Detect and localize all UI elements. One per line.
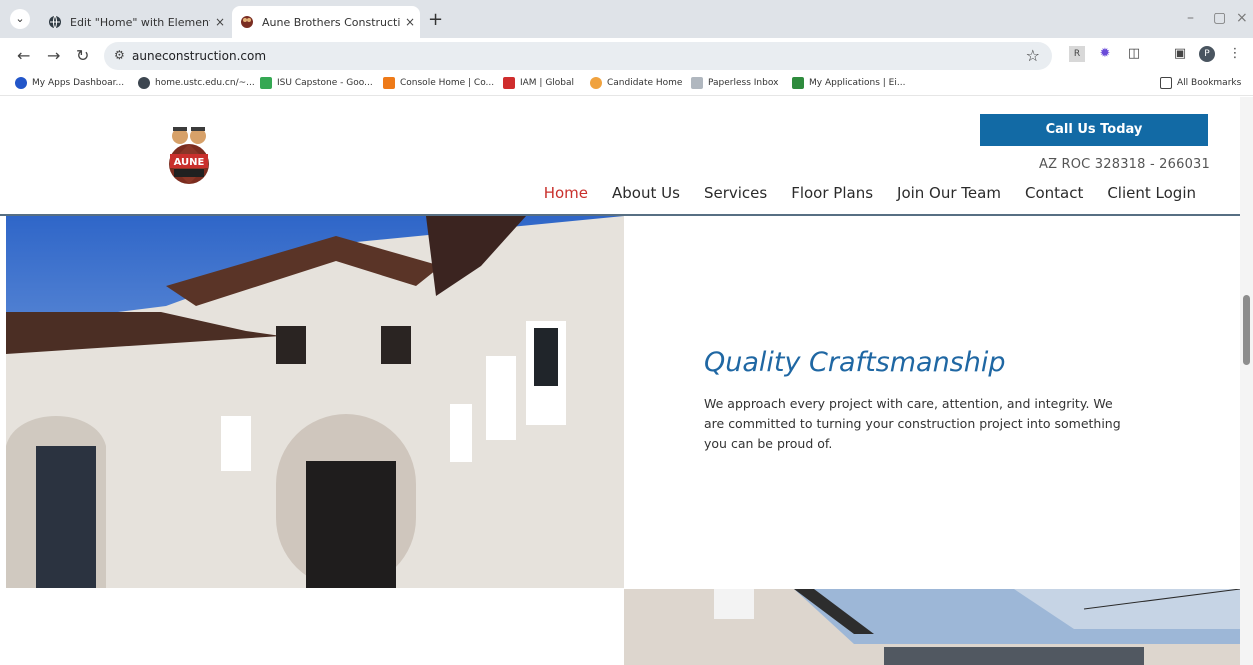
bookmark-item[interactable]: Console Home | Co... xyxy=(383,77,494,89)
close-window-icon[interactable]: × xyxy=(1236,10,1248,26)
all-bookmarks[interactable]: All Bookmarks xyxy=(1160,77,1241,89)
bookmarks-bar: My Apps Dashboar... home.ustc.edu.cn/~..… xyxy=(0,72,1253,96)
bookmark-item[interactable]: ISU Capstone - Goo... xyxy=(260,77,373,89)
tab-search-icon[interactable]: ⌄ xyxy=(10,9,30,29)
browser-tab-strip: ⌄ Edit "Home" with Elementor × Aune Brot… xyxy=(0,0,1253,38)
bookmark-item[interactable]: home.ustc.edu.cn/~... xyxy=(138,77,255,89)
close-icon[interactable]: × xyxy=(400,15,420,29)
restore-icon[interactable]: ▢ xyxy=(1213,10,1226,26)
section-heading: Quality Craftsmanship xyxy=(704,347,1006,378)
aune-brothers-logo[interactable]: AUNE xyxy=(156,119,222,189)
page-scrollbar[interactable] xyxy=(1240,97,1253,665)
section-body: We approach every project with care, att… xyxy=(704,396,1121,451)
star-icon[interactable]: ☆ xyxy=(1026,46,1040,65)
browser-toolbar: ← → ↻ ⚙ auneconstruction.com ☆ R ✹ ◫ ▣ P… xyxy=(0,38,1253,72)
scrollbar-thumb[interactable] xyxy=(1243,295,1250,365)
bookmark-icon xyxy=(15,77,27,89)
address-bar[interactable]: ⚙ auneconstruction.com ☆ xyxy=(104,42,1052,70)
nav-home[interactable]: Home xyxy=(544,184,588,202)
application-icon xyxy=(792,77,804,89)
svg-text:AUNE: AUNE xyxy=(174,157,205,168)
construction-site-photo xyxy=(624,589,1240,665)
menu-icon[interactable]: ⋮ xyxy=(1227,46,1243,62)
nav-services[interactable]: Services xyxy=(704,184,767,202)
globe-icon xyxy=(138,77,150,89)
bookmark-item[interactable]: My Apps Dashboar... xyxy=(15,77,124,89)
aws-icon xyxy=(383,77,395,89)
forward-icon[interactable]: → xyxy=(47,46,60,65)
globe-icon xyxy=(48,15,62,29)
bookmark-item[interactable]: My Applications | Ei... xyxy=(792,77,905,89)
bookmark-item[interactable]: Paperless Inbox xyxy=(691,77,778,89)
site-info-icon[interactable]: ⚙ xyxy=(114,48,125,62)
minimize-icon[interactable]: – xyxy=(1187,10,1194,26)
folder-icon xyxy=(1160,77,1172,89)
sidepanel-icon[interactable]: ▣ xyxy=(1172,46,1188,62)
url-text: auneconstruction.com xyxy=(132,49,267,63)
nav-contact[interactable]: Contact xyxy=(1025,184,1083,202)
website-page: AUNE Call Us Today AZ ROC 328318 - 26603… xyxy=(0,97,1240,665)
bookmark-item[interactable]: IAM | Global xyxy=(503,77,574,89)
main-navigation: Home About Us Services Floor Plans Join … xyxy=(544,184,1196,202)
nav-client-login[interactable]: Client Login xyxy=(1107,184,1196,202)
nav-join-our-team[interactable]: Join Our Team xyxy=(897,184,1001,202)
tab-label: Edit "Home" with Elementor xyxy=(70,15,210,29)
new-tab-button[interactable]: + xyxy=(428,9,443,30)
nav-floor-plans[interactable]: Floor Plans xyxy=(791,184,873,202)
extension-icon[interactable]: ✹ xyxy=(1097,46,1113,62)
quality-craftsmanship-section: Quality Craftsmanship We approach every … xyxy=(704,347,1124,454)
bookmark-item[interactable]: Candidate Home xyxy=(590,77,682,89)
paperless-icon xyxy=(691,77,703,89)
drive-icon xyxy=(260,77,272,89)
iam-icon xyxy=(503,77,515,89)
call-us-button[interactable]: Call Us Today xyxy=(980,114,1208,146)
house-entry-photo xyxy=(6,216,624,588)
close-icon[interactable]: × xyxy=(210,15,230,29)
extension-icon[interactable]: R xyxy=(1069,46,1085,62)
avatar[interactable]: P xyxy=(1199,46,1215,62)
workday-icon xyxy=(590,77,602,89)
tab-aune-brothers[interactable]: Aune Brothers Construction × xyxy=(232,6,420,38)
tab-edit-home[interactable]: Edit "Home" with Elementor × xyxy=(40,6,230,38)
license-number: AZ ROC 328318 - 266031 xyxy=(1038,157,1210,172)
tab-label: Aune Brothers Construction xyxy=(262,15,400,29)
back-icon[interactable]: ← xyxy=(17,46,30,65)
reload-icon[interactable]: ↻ xyxy=(76,46,89,65)
site-favicon-icon xyxy=(240,15,254,29)
nav-about-us[interactable]: About Us xyxy=(612,184,680,202)
extension-icon[interactable]: ◫ xyxy=(1126,46,1142,62)
